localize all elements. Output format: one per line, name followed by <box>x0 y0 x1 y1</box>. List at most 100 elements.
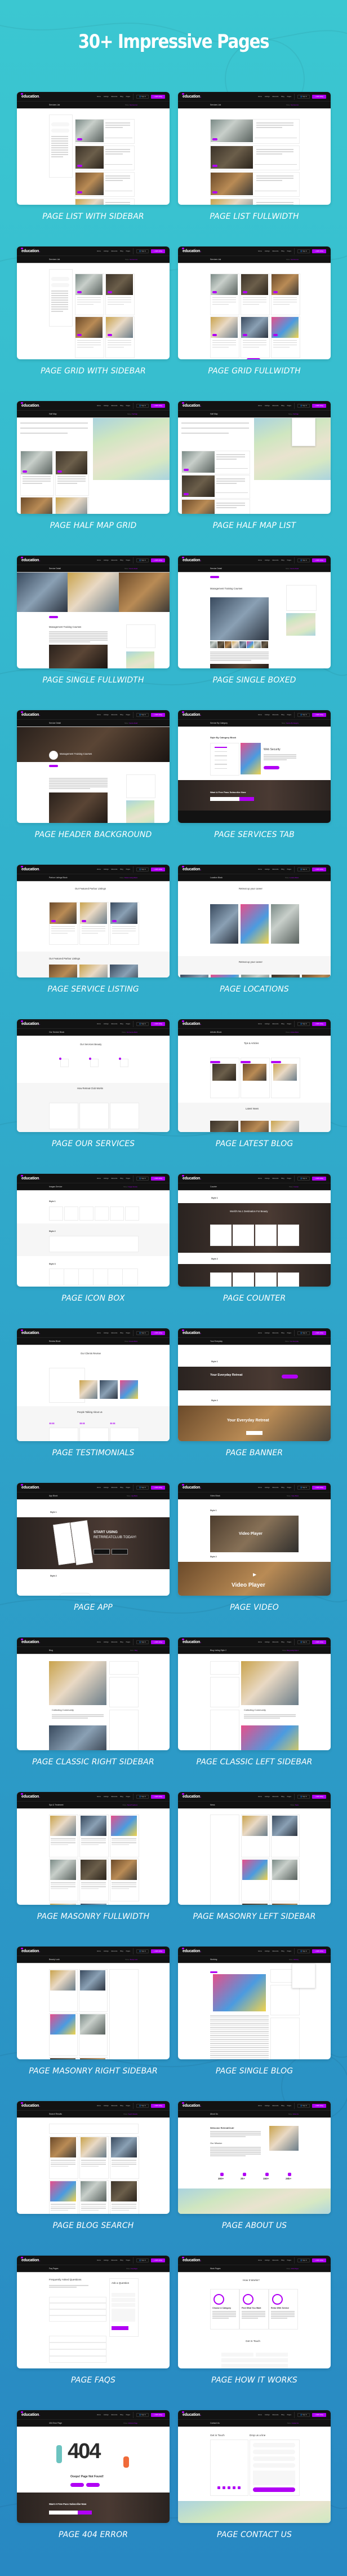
page-screenshot[interactable]: education. Home Listings Elements Blog Pages 👤… <box>17 1174 170 1287</box>
nav-link-listings[interactable]: Listings <box>104 1178 109 1179</box>
nav-link-home[interactable]: Home <box>258 714 262 716</box>
page-screenshot[interactable]: education. Home Listings Elements Blog Pages 👤… <box>178 1019 331 1132</box>
nav-link-blog[interactable]: Blog <box>120 1332 123 1334</box>
nav-link-blog[interactable]: Blog <box>120 96 123 98</box>
nav-link-blog[interactable]: Blog <box>281 405 284 407</box>
nav-link-listings[interactable]: Listings <box>104 1023 109 1025</box>
mockup-logo[interactable]: education. <box>20 556 40 562</box>
nav-link-pages[interactable]: Pages <box>287 1950 291 1952</box>
mockup-logo[interactable]: education. <box>20 402 40 408</box>
page-screenshot[interactable]: education. Home Listings Elements Blog Pages 👤… <box>178 1328 331 1441</box>
nav-link-blog[interactable]: Blog <box>120 2260 123 2261</box>
nav-link-pages[interactable]: Pages <box>126 869 130 870</box>
nav-link-pages[interactable]: Pages <box>126 2414 130 2416</box>
nav-link-pages[interactable]: Pages <box>126 250 130 252</box>
nav-link-home[interactable]: Home <box>258 1796 262 1798</box>
sign-in-button[interactable]: 👤 Sign In <box>136 1331 149 1335</box>
nav-link-elements[interactable]: Elements <box>273 714 279 716</box>
mockup-logo[interactable]: education. <box>20 1793 40 1799</box>
nav-link-elements[interactable]: Elements <box>273 2414 279 2416</box>
sign-in-button[interactable]: 👤 Sign In <box>136 1021 149 1026</box>
sign-in-button[interactable]: 👤 Sign In <box>297 558 310 562</box>
mockup-logo[interactable]: education. <box>181 556 201 562</box>
nav-link-pages[interactable]: Pages <box>287 1332 291 1334</box>
page-screenshot[interactable]: education. Home Listings Elements Blog Pages 👤… <box>178 246 331 359</box>
sign-in-button[interactable]: 👤 Sign In <box>136 2103 149 2108</box>
nav-link-home[interactable]: Home <box>97 1641 101 1643</box>
nav-link-listings[interactable]: Listings <box>104 1796 109 1798</box>
nav-link-elements[interactable]: Elements <box>273 1023 279 1025</box>
nav-link-listings[interactable]: Listings <box>104 250 109 252</box>
nav-link-listings[interactable]: Listings <box>265 560 270 561</box>
nav-link-elements[interactable]: Elements <box>112 714 118 716</box>
add-listing-button[interactable]: + Add Listing <box>312 1640 326 1644</box>
nav-link-home[interactable]: Home <box>258 869 262 870</box>
sign-in-button[interactable]: 👤 Sign In <box>136 1485 149 1490</box>
page-screenshot[interactable]: education. Home Listings Elements Blog Pages 👤… <box>178 556 331 668</box>
nav-link-home[interactable]: Home <box>97 1487 101 1489</box>
nav-link-elements[interactable]: Elements <box>273 250 279 252</box>
mockup-logo[interactable]: education. <box>20 1329 40 1335</box>
mockup-logo[interactable]: education. <box>20 2256 40 2262</box>
nav-link-home[interactable]: Home <box>258 1950 262 1952</box>
page-screenshot[interactable]: education. Home Listings Elements Blog Pages 👤… <box>178 2101 331 2214</box>
nav-link-blog[interactable]: Blog <box>281 2414 284 2416</box>
nav-link-listings[interactable]: Listings <box>104 96 109 98</box>
sign-in-button[interactable]: 👤 Sign In <box>297 1485 310 1490</box>
sign-in-button[interactable]: 👤 Sign In <box>297 2412 310 2417</box>
add-listing-button[interactable]: + Add Listing <box>312 712 326 717</box>
nav-link-blog[interactable]: Blog <box>120 2414 123 2416</box>
mockup-logo[interactable]: education. <box>181 1638 201 1644</box>
sign-in-button[interactable]: 👤 Sign In <box>136 1640 149 1644</box>
nav-link-blog[interactable]: Blog <box>120 250 123 252</box>
mockup-logo[interactable]: education. <box>181 247 201 253</box>
mockup-logo[interactable]: education. <box>20 2411 40 2417</box>
add-listing-button[interactable]: + Add Listing <box>312 2103 326 2108</box>
page-screenshot[interactable]: education. Home Listings Elements Blog Pages 👤… <box>17 92 170 205</box>
nav-link-pages[interactable]: Pages <box>287 1796 291 1798</box>
nav-link-listings[interactable]: Listings <box>104 714 109 716</box>
nav-link-pages[interactable]: Pages <box>126 714 130 716</box>
nav-link-elements[interactable]: Elements <box>273 1950 279 1952</box>
add-listing-button[interactable]: + Add Listing <box>151 1485 165 1490</box>
nav-link-home[interactable]: Home <box>258 1641 262 1643</box>
nav-link-elements[interactable]: Elements <box>112 1178 118 1179</box>
page-screenshot[interactable]: education. Home Listings Elements Blog Pages 👤… <box>17 556 170 668</box>
page-screenshot[interactable]: education. Home Listings Elements Blog Pages 👤… <box>17 401 170 514</box>
nav-link-blog[interactable]: Blog <box>120 1487 123 1489</box>
add-listing-button[interactable]: + Add Listing <box>151 1640 165 1644</box>
mockup-logo[interactable]: education. <box>20 1638 40 1644</box>
nav-link-blog[interactable]: Blog <box>281 1950 284 1952</box>
nav-link-home[interactable]: Home <box>258 1178 262 1179</box>
nav-link-pages[interactable]: Pages <box>126 2105 130 2107</box>
add-listing-button[interactable]: + Add Listing <box>312 1485 326 1490</box>
nav-link-elements[interactable]: Elements <box>273 1487 279 1489</box>
nav-link-pages[interactable]: Pages <box>287 1641 291 1643</box>
page-screenshot[interactable]: education. Home Listings Elements Blog Pages 👤… <box>17 2256 170 2368</box>
add-listing-button[interactable]: + Add Listing <box>151 403 165 408</box>
mockup-logo[interactable]: education. <box>181 402 201 408</box>
nav-link-home[interactable]: Home <box>97 2260 101 2261</box>
nav-link-pages[interactable]: Pages <box>287 1487 291 1489</box>
page-screenshot[interactable]: education. Home Listings Elements Blog Pages 👤… <box>178 865 331 977</box>
sign-in-button[interactable]: 👤 Sign In <box>297 1640 310 1644</box>
sign-in-button[interactable]: 👤 Sign In <box>297 94 310 99</box>
page-screenshot[interactable]: education. Home Listings Elements Blog Pages 👤… <box>178 1483 331 1596</box>
nav-link-listings[interactable]: Listings <box>265 2260 270 2261</box>
nav-link-pages[interactable]: Pages <box>287 714 291 716</box>
nav-link-listings[interactable]: Listings <box>104 1950 109 1952</box>
mockup-logo[interactable]: education. <box>20 1020 40 1026</box>
page-screenshot[interactable]: education. Home Listings Elements Blog Pages 👤… <box>178 710 331 823</box>
mockup-logo[interactable]: education. <box>181 1483 201 1490</box>
mockup-logo[interactable]: education. <box>181 93 201 99</box>
mockup-logo[interactable]: education. <box>20 2102 40 2108</box>
page-screenshot[interactable]: education. Home Listings Elements Blog Pages 👤… <box>178 1174 331 1287</box>
add-listing-button[interactable]: + Add Listing <box>312 94 326 99</box>
mockup-logo[interactable]: education. <box>20 247 40 253</box>
nav-link-home[interactable]: Home <box>258 560 262 561</box>
nav-link-pages[interactable]: Pages <box>287 96 291 98</box>
nav-link-listings[interactable]: Listings <box>104 2105 109 2107</box>
nav-link-elements[interactable]: Elements <box>273 1332 279 1334</box>
nav-link-blog[interactable]: Blog <box>120 560 123 561</box>
nav-link-listings[interactable]: Listings <box>265 405 270 407</box>
